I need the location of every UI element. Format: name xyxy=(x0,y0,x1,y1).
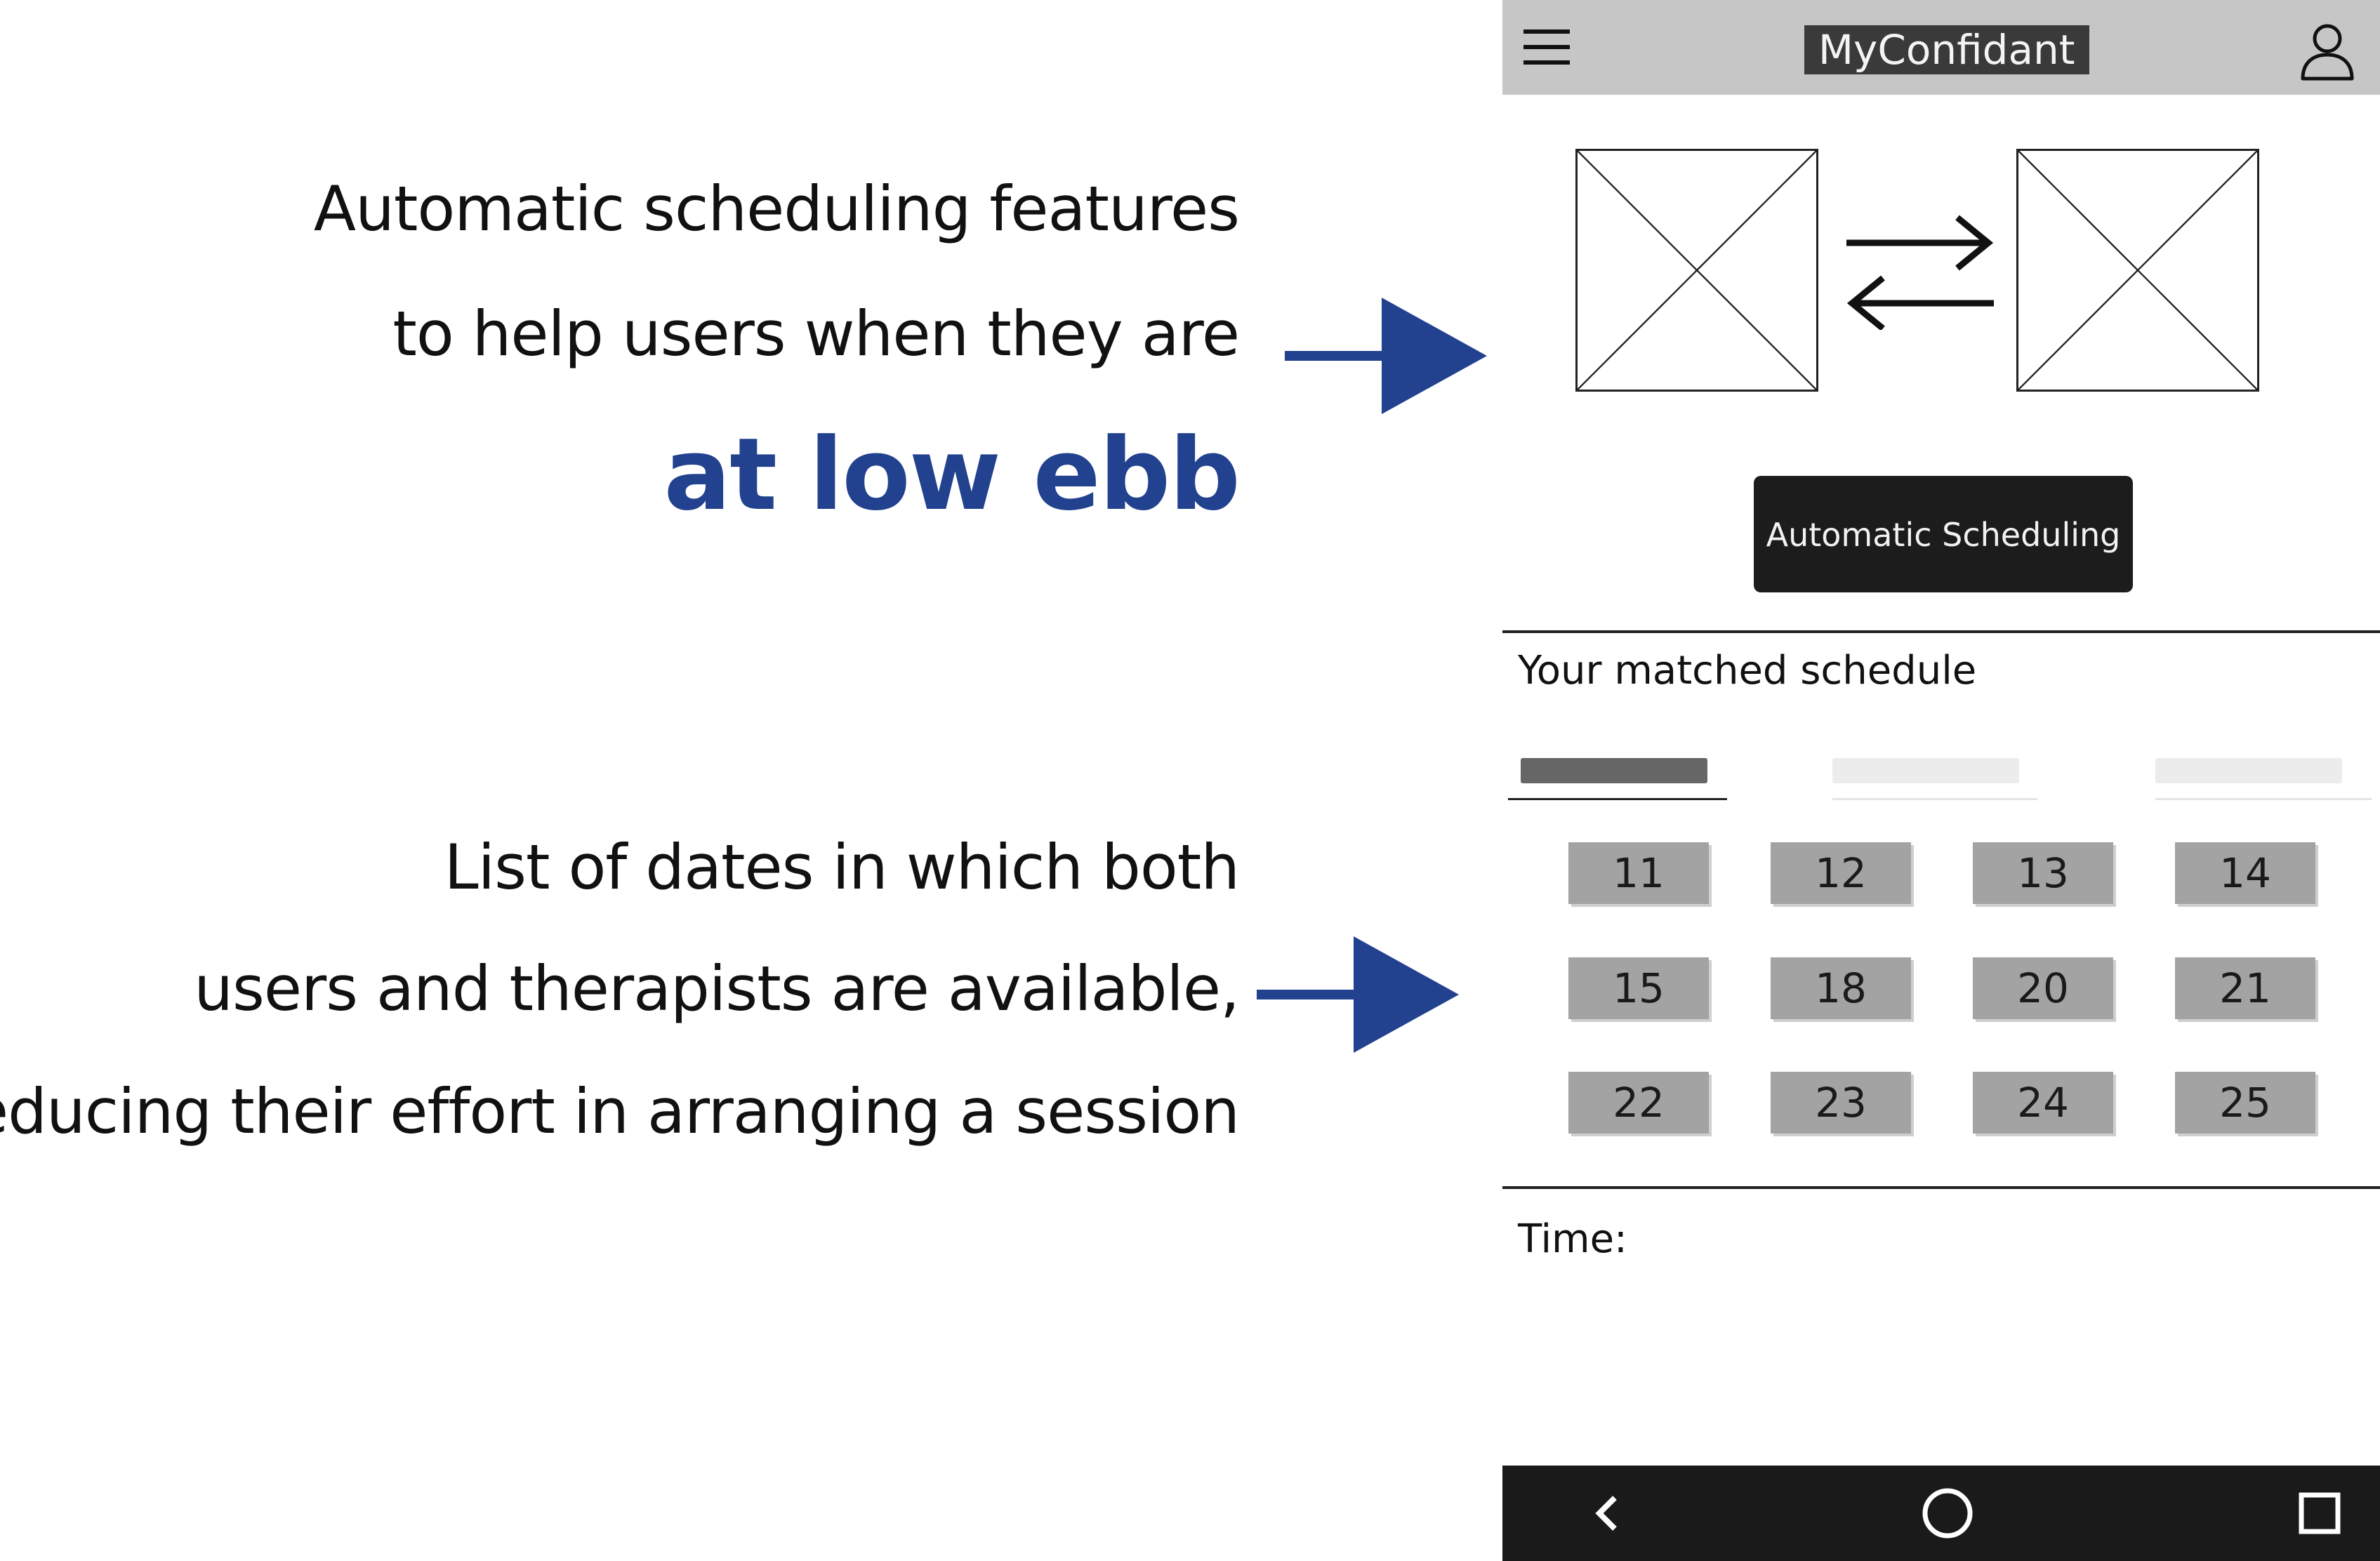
date-cell[interactable]: 14 xyxy=(2175,842,2315,904)
date-cell[interactable]: 25 xyxy=(2175,1072,2315,1134)
back-icon[interactable] xyxy=(1580,1485,1636,1541)
annotation-line: reducing their effort in arranging a ses… xyxy=(0,1075,1240,1148)
schedule-title: Your matched schedule xyxy=(1518,648,1977,693)
divider xyxy=(1502,630,2380,633)
date-cell[interactable]: 12 xyxy=(1771,842,1911,904)
annotation-line: users and therapists are available, xyxy=(194,952,1240,1025)
app-title: MyConfidant xyxy=(1804,25,2089,74)
date-cell[interactable]: 23 xyxy=(1771,1072,1911,1134)
annotation-line: List of dates in which both xyxy=(444,831,1240,903)
pointer-arrow-icon xyxy=(1285,298,1487,414)
schedule-tab-2[interactable] xyxy=(1832,758,2037,800)
app-bar: MyConfidant xyxy=(1502,0,2380,95)
date-cell[interactable]: 21 xyxy=(2175,957,2315,1019)
annotation-emphasis: at low ebb xyxy=(663,417,1241,533)
user-image-placeholder xyxy=(2016,149,2259,392)
system-nav-bar xyxy=(1502,1466,2380,1561)
swap-arrows-icon xyxy=(1846,215,1994,330)
schedule-tab-3[interactable] xyxy=(2155,758,2372,800)
date-cell[interactable]: 24 xyxy=(1973,1072,2113,1134)
phone-screen: MyConfidant Automatic Scheduling Your ma… xyxy=(1502,0,2380,1561)
home-icon[interactable] xyxy=(1919,1485,1976,1541)
recents-icon[interactable] xyxy=(2292,1485,2348,1541)
hamburger-menu-icon[interactable] xyxy=(1523,29,1573,66)
time-label: Time: xyxy=(1518,1216,1627,1262)
date-cell[interactable]: 20 xyxy=(1973,957,2113,1019)
divider xyxy=(1502,1186,2380,1189)
automatic-scheduling-button[interactable]: Automatic Scheduling xyxy=(1754,476,2133,592)
annotation-line: to help users when they are xyxy=(392,298,1240,370)
therapist-image-placeholder xyxy=(1575,149,1818,392)
date-cell[interactable]: 11 xyxy=(1568,842,1709,904)
date-cell[interactable]: 13 xyxy=(1973,842,2113,904)
user-profile-icon[interactable] xyxy=(2296,20,2359,83)
date-cell[interactable]: 18 xyxy=(1771,957,1911,1019)
annotation-line: Automatic scheduling features xyxy=(313,173,1240,245)
schedule-tab-1[interactable] xyxy=(1508,758,1727,800)
pointer-arrow-icon xyxy=(1257,936,1459,1053)
date-cell[interactable]: 22 xyxy=(1568,1072,1709,1134)
date-cell[interactable]: 15 xyxy=(1568,957,1709,1019)
